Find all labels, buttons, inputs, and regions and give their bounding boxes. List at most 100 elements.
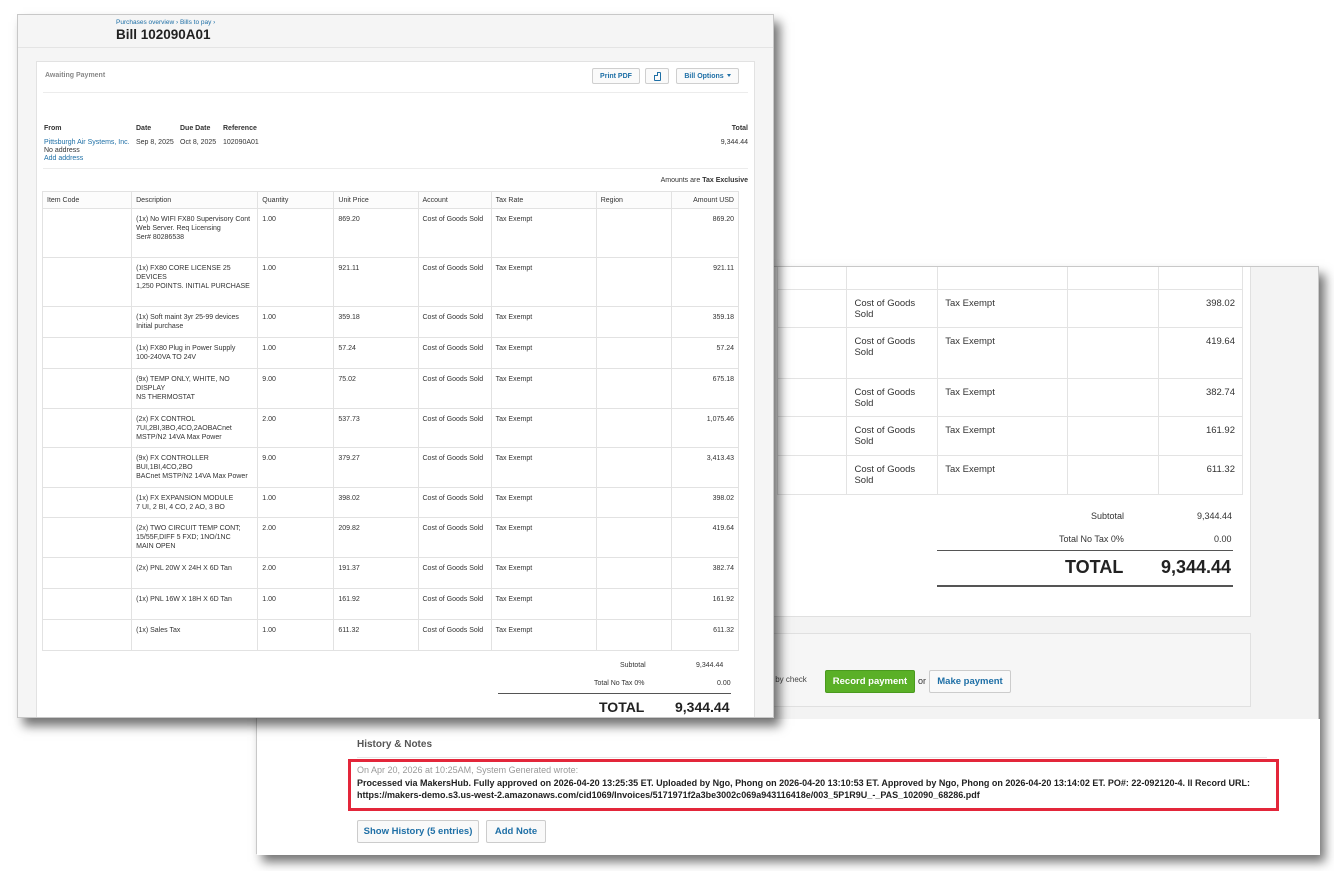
table-row[interactable]: (1x) FX80 CORE LICENSE 25 DEVICES 1,250 … bbox=[41, 257, 740, 307]
table-row[interactable]: (1x) Sales Tax 1.00 611.32 Cost of Goods So… bbox=[41, 619, 740, 651]
tax-rate-cell: Tax Exempt bbox=[490, 337, 597, 369]
divider bbox=[43, 92, 748, 93]
back-line-items-table: Cost of Goods Sold Tax Exempt 398.02 Cos… bbox=[776, 267, 1244, 495]
record-payment-button[interactable]: Record payment bbox=[825, 670, 915, 693]
account-cell: Cost of Goods Sold bbox=[417, 487, 492, 518]
quantity-cell: 2.00 bbox=[257, 517, 335, 558]
status-label: Awaiting Payment bbox=[45, 72, 106, 79]
account-cell: Cost of Goods Sold bbox=[417, 208, 492, 258]
description-cell: (1x) FX EXPANSION MODULE 7 UI, 2 BI, 4 C… bbox=[131, 487, 259, 518]
table-row[interactable]: (1x) No WIFI FX80 Supervisory Cont Web S… bbox=[41, 208, 740, 258]
file-icon bbox=[653, 71, 661, 81]
tax-rate-cell: Tax Exempt bbox=[937, 416, 1069, 456]
tax-mode-note: Amounts are Tax Exclusive bbox=[661, 177, 748, 184]
account-cell: Cost of Goods Sold bbox=[417, 257, 492, 307]
bill-options-label: Bill Options bbox=[684, 72, 724, 80]
amount-cell: 419.64 bbox=[1158, 327, 1244, 379]
table-header-row: Item Code Description Quantity Unit Pric… bbox=[41, 191, 740, 209]
date-label: Date bbox=[136, 125, 152, 132]
description-cell: (1x) Soft maint 3yr 25-99 devices Initia… bbox=[131, 306, 259, 338]
region-cell bbox=[595, 368, 672, 409]
column-header: Quantity bbox=[257, 191, 335, 209]
quantity-cell: 2.00 bbox=[257, 408, 335, 448]
history-divider bbox=[357, 757, 1267, 758]
tax-rate-cell: Tax Exempt bbox=[937, 378, 1069, 417]
show-history-button[interactable]: Show History (5 entries) bbox=[357, 820, 479, 843]
item-code-cell bbox=[41, 517, 133, 558]
table-row: Cost of Goods Sold Tax Exempt 611.32 bbox=[776, 455, 1244, 495]
description-cell: (1x) Sales Tax bbox=[131, 619, 259, 651]
attach-button[interactable] bbox=[645, 68, 669, 84]
table-row: Cost of Goods Sold Tax Exempt 161.92 bbox=[776, 416, 1244, 456]
add-address-link[interactable]: Add address bbox=[44, 155, 130, 162]
region-cell bbox=[595, 487, 672, 518]
quantity-cell: 1.00 bbox=[257, 588, 335, 620]
tax-rate-cell: Tax Exempt bbox=[937, 455, 1069, 495]
history-notes-section: History & Notes On Apr 20, 2026 at 10:25… bbox=[257, 719, 1320, 855]
supplier-name[interactable]: Pittsburgh Air Systems, Inc. bbox=[44, 139, 130, 146]
description-cell: (2x) FX CONTROL 7UI,2BI,3BO,4CO,2AOBACne… bbox=[131, 408, 259, 448]
amount-cell: 398.02 bbox=[1158, 289, 1244, 328]
bill-card: Awaiting Payment Print PDF Bill Options … bbox=[36, 61, 755, 717]
quantity-cell: 1.00 bbox=[257, 619, 335, 651]
table-row[interactable]: (1x) Soft maint 3yr 25-99 devices Initia… bbox=[41, 306, 740, 338]
unit-price-cell: 921.11 bbox=[333, 257, 419, 307]
region-cell bbox=[595, 337, 672, 369]
unit-price-cell: 611.32 bbox=[333, 619, 419, 651]
table-row[interactable]: (2x) FX CONTROL 7UI,2BI,3BO,4CO,2AOBACne… bbox=[41, 408, 740, 448]
subtotal-label: Subtotal bbox=[620, 662, 646, 669]
table-row[interactable]: (2x) PNL 20W X 24H X 6D Tan 2.00 191.37 Cos… bbox=[41, 557, 740, 589]
breadcrumb[interactable]: Purchases overview › Bills to pay › bbox=[116, 19, 215, 26]
tax-rate-cell: Tax Exempt bbox=[490, 588, 597, 620]
account-cell: Cost of Goods Sold bbox=[846, 378, 939, 417]
account-cell: Cost of Goods Sold bbox=[417, 588, 492, 620]
unit-price-cell: 359.18 bbox=[333, 306, 419, 338]
unit-price-cell: 209.82 bbox=[333, 517, 419, 558]
date-value: Sep 8, 2025 bbox=[136, 139, 174, 146]
account-cell: Cost of Goods Sold bbox=[417, 447, 492, 488]
make-payment-button[interactable]: Make payment bbox=[929, 670, 1011, 693]
column-header: Region bbox=[595, 191, 672, 209]
history-title: History & Notes bbox=[357, 739, 433, 750]
subtotal-value: 9,344.44 bbox=[696, 662, 724, 669]
table-row[interactable]: (1x) FX EXPANSION MODULE 7 UI, 2 BI, 4 C… bbox=[41, 487, 740, 518]
account-cell: Cost of Goods Sold bbox=[417, 408, 492, 448]
tax-total-label: Total No Tax 0% bbox=[1059, 534, 1124, 544]
table-row[interactable]: (1x) FX80 Plug in Power Supply 100-240VA… bbox=[41, 337, 740, 369]
column-header: Tax Rate bbox=[490, 191, 597, 209]
account-cell: Cost of Goods Sold bbox=[846, 327, 939, 379]
tax-rate-cell: Tax Exempt bbox=[490, 208, 597, 258]
amount-cell: 161.92 bbox=[670, 588, 740, 620]
page-title: Bill 102090A01 bbox=[116, 27, 211, 42]
tax-total-value: 0.00 bbox=[717, 680, 731, 687]
description-cell: (1x) FX80 Plug in Power Supply 100-240VA… bbox=[131, 337, 259, 369]
item-code-cell bbox=[41, 306, 133, 338]
tax-mode-value: Tax Exclusive bbox=[702, 177, 748, 184]
amount-cell: 921.11 bbox=[670, 257, 740, 307]
divider bbox=[43, 168, 748, 169]
table-row[interactable]: (9x) TEMP ONLY, WHITE, NO DISPLAY NS THE… bbox=[41, 368, 740, 409]
total-divider bbox=[498, 693, 731, 694]
region-cell bbox=[595, 557, 672, 589]
description-cell: (9x) FX CONTROLLER BUI,1BI,4CO,2BO BACne… bbox=[131, 447, 259, 488]
bill-options-button[interactable]: Bill Options bbox=[676, 68, 739, 84]
tax-rate-cell: Tax Exempt bbox=[490, 306, 597, 338]
total-divider bbox=[937, 585, 1233, 587]
quantity-cell: 1.00 bbox=[257, 257, 335, 307]
quantity-cell: 1.00 bbox=[257, 306, 335, 338]
total-value: 9,344.44 bbox=[720, 139, 748, 146]
from-label: From bbox=[44, 125, 62, 132]
print-pdf-button[interactable]: Print PDF bbox=[592, 68, 640, 84]
table-row[interactable]: (2x) TWO CIRCUIT TEMP CONT; 15/55F,DIFF … bbox=[41, 517, 740, 558]
total-label: Total bbox=[731, 125, 748, 132]
table-row[interactable]: (9x) FX CONTROLLER BUI,1BI,4CO,2BO BACne… bbox=[41, 447, 740, 488]
item-code-cell bbox=[41, 487, 133, 518]
add-note-button[interactable]: Add Note bbox=[486, 820, 546, 843]
table-row[interactable]: (1x) PNL 16W X 18H X 6D Tan 1.00 161.92 Cos… bbox=[41, 588, 740, 620]
account-cell: Cost of Goods Sold bbox=[846, 289, 939, 328]
amount-cell: 398.02 bbox=[670, 487, 740, 518]
region-cell bbox=[595, 408, 672, 448]
table-row bbox=[776, 267, 1244, 290]
tax-total-label: Total No Tax 0% bbox=[594, 680, 645, 687]
description-cell: (1x) No WIFI FX80 Supervisory Cont Web S… bbox=[131, 208, 259, 258]
